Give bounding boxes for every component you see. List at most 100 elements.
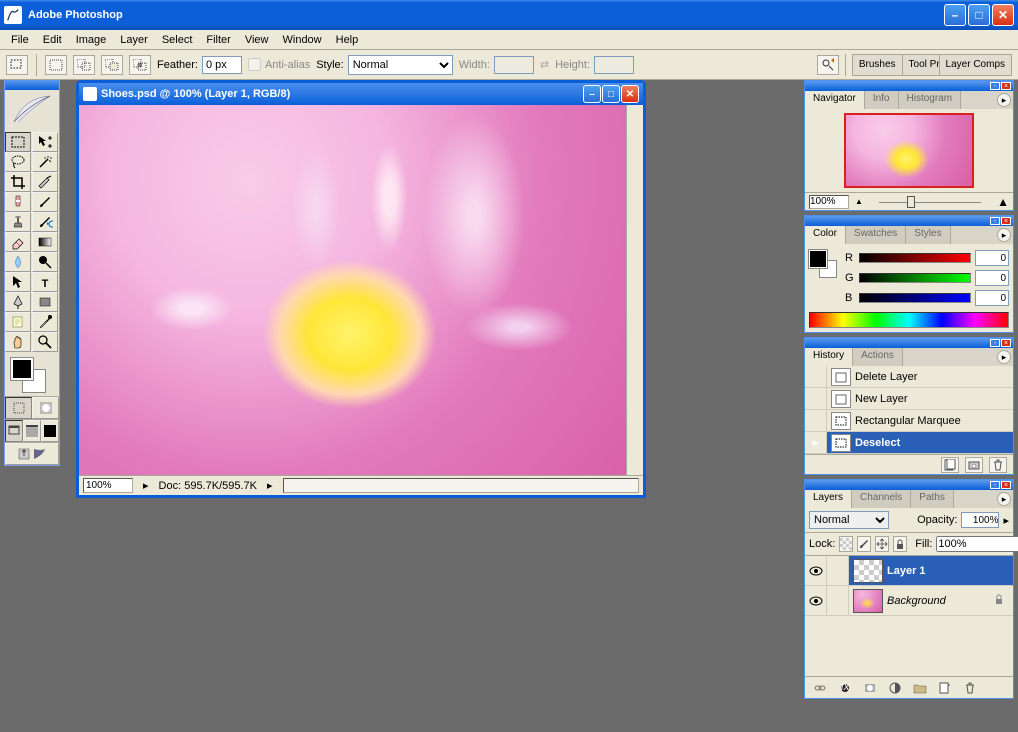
lock-position-button[interactable] [875, 536, 889, 552]
toolbox-titlebar[interactable] [5, 80, 59, 90]
type-tool[interactable]: T [32, 272, 58, 292]
dodge-tool[interactable] [32, 252, 58, 272]
tab-channels[interactable]: Channels [852, 490, 911, 508]
layer-name[interactable]: Layer 1 [887, 565, 1013, 577]
quick-mask-button[interactable] [32, 397, 59, 419]
vertical-scrollbar[interactable] [626, 105, 643, 475]
adjustment-layer-button[interactable] [885, 679, 905, 697]
palette-menu-button[interactable]: ▸ [997, 228, 1011, 242]
minimize-button[interactable]: – [944, 4, 966, 26]
history-item[interactable]: Delete Layer [805, 366, 1013, 388]
close-button[interactable]: ✕ [992, 4, 1014, 26]
layer-thumbnail[interactable] [853, 589, 883, 613]
palette-menu-button[interactable]: ▸ [997, 93, 1011, 107]
zoom-in-icon[interactable]: ▲ [997, 195, 1009, 209]
menu-layer[interactable]: Layer [113, 32, 155, 48]
horizontal-scrollbar[interactable] [283, 478, 639, 493]
healing-brush-tool[interactable] [5, 192, 31, 212]
pen-tool[interactable] [5, 292, 31, 312]
visibility-toggle[interactable] [805, 556, 827, 585]
doc-close-button[interactable]: ✕ [621, 85, 639, 103]
layer-name[interactable]: Background [887, 595, 993, 607]
slice-tool[interactable] [32, 172, 58, 192]
file-browser-button[interactable] [817, 55, 839, 75]
navigator-zoom-input[interactable] [809, 195, 849, 209]
r-input[interactable] [975, 250, 1009, 266]
b-slider[interactable] [859, 293, 971, 303]
palette-minimize-button[interactable]: - [990, 217, 1000, 225]
menu-select[interactable]: Select [155, 32, 200, 48]
foreground-color-swatch[interactable] [11, 358, 33, 380]
brush-tool[interactable] [32, 192, 58, 212]
tab-actions[interactable]: Actions [853, 348, 903, 366]
palette-well-brushes[interactable]: Brushes [852, 54, 903, 76]
layer-mask-button[interactable] [860, 679, 880, 697]
gradient-tool[interactable] [32, 232, 58, 252]
zoom-input[interactable] [83, 478, 133, 493]
full-screen-button[interactable] [41, 420, 59, 442]
palette-minimize-button[interactable]: - [990, 82, 1000, 90]
r-slider[interactable] [859, 253, 971, 263]
magic-wand-tool[interactable] [32, 152, 58, 172]
visibility-toggle[interactable] [805, 586, 827, 615]
lasso-tool[interactable] [5, 152, 31, 172]
jump-to-imageready-button[interactable] [5, 443, 59, 465]
crop-tool[interactable] [5, 172, 31, 192]
tab-history[interactable]: History [805, 348, 853, 366]
full-screen-menubar-button[interactable] [23, 420, 41, 442]
status-arrow2-icon[interactable]: ▸ [267, 479, 273, 492]
move-tool[interactable] [32, 132, 58, 152]
opacity-arrow-icon[interactable]: ▸ [1003, 514, 1009, 527]
menu-window[interactable]: Window [276, 32, 329, 48]
tab-paths[interactable]: Paths [911, 490, 954, 508]
zoom-slider[interactable] [869, 199, 991, 205]
layer-item[interactable]: Background [805, 586, 1013, 616]
color-fg-swatch[interactable] [809, 250, 827, 268]
zoom-tool[interactable] [32, 332, 58, 352]
delete-state-button[interactable] [989, 457, 1007, 473]
new-group-button[interactable] [910, 679, 930, 697]
document-titlebar[interactable]: Shoes.psd @ 100% (Layer 1, RGB/8) – □ ✕ [79, 83, 643, 105]
delete-layer-button[interactable] [960, 679, 980, 697]
doc-maximize-button[interactable]: □ [602, 85, 620, 103]
tab-color[interactable]: Color [805, 226, 846, 244]
blend-mode-select[interactable]: Normal [809, 511, 889, 529]
link-column[interactable] [827, 556, 849, 585]
opacity-input[interactable] [961, 512, 999, 528]
color-spectrum[interactable] [809, 312, 1009, 328]
status-arrow-icon[interactable]: ▸ [143, 479, 149, 492]
history-item[interactable]: Rectangular Marquee [805, 410, 1013, 432]
link-column[interactable] [827, 586, 849, 615]
navigator-thumbnail[interactable] [844, 113, 974, 188]
subtract-selection-button[interactable] [101, 55, 123, 75]
feather-input[interactable] [202, 56, 242, 74]
palette-close-button[interactable]: × [1001, 339, 1011, 347]
doc-minimize-button[interactable]: – [583, 85, 601, 103]
clone-stamp-tool[interactable] [5, 212, 31, 232]
blur-tool[interactable] [5, 252, 31, 272]
menu-help[interactable]: Help [329, 32, 366, 48]
eyedropper-tool[interactable] [32, 312, 58, 332]
history-item[interactable]: ▸Deselect [805, 432, 1013, 454]
maximize-button[interactable]: □ [968, 4, 990, 26]
path-selection-tool[interactable] [5, 272, 31, 292]
g-input[interactable] [975, 270, 1009, 286]
lock-transparency-button[interactable] [839, 536, 853, 552]
zoom-out-icon[interactable]: ▲ [855, 197, 863, 206]
palette-close-button[interactable]: × [1001, 82, 1011, 90]
fill-input[interactable] [936, 536, 1018, 552]
standard-mode-button[interactable] [5, 397, 32, 419]
notes-tool[interactable] [5, 312, 31, 332]
hand-tool[interactable] [5, 332, 31, 352]
history-item[interactable]: New Layer [805, 388, 1013, 410]
g-slider[interactable] [859, 273, 971, 283]
menu-file[interactable]: File [4, 32, 36, 48]
palette-close-button[interactable]: × [1001, 481, 1011, 489]
palette-menu-button[interactable]: ▸ [997, 492, 1011, 506]
standard-screen-button[interactable] [5, 420, 23, 442]
eraser-tool[interactable] [5, 232, 31, 252]
menu-filter[interactable]: Filter [199, 32, 237, 48]
palette-menu-button[interactable]: ▸ [997, 350, 1011, 364]
layer-item[interactable]: Layer 1 [805, 556, 1013, 586]
palette-close-button[interactable]: × [1001, 217, 1011, 225]
